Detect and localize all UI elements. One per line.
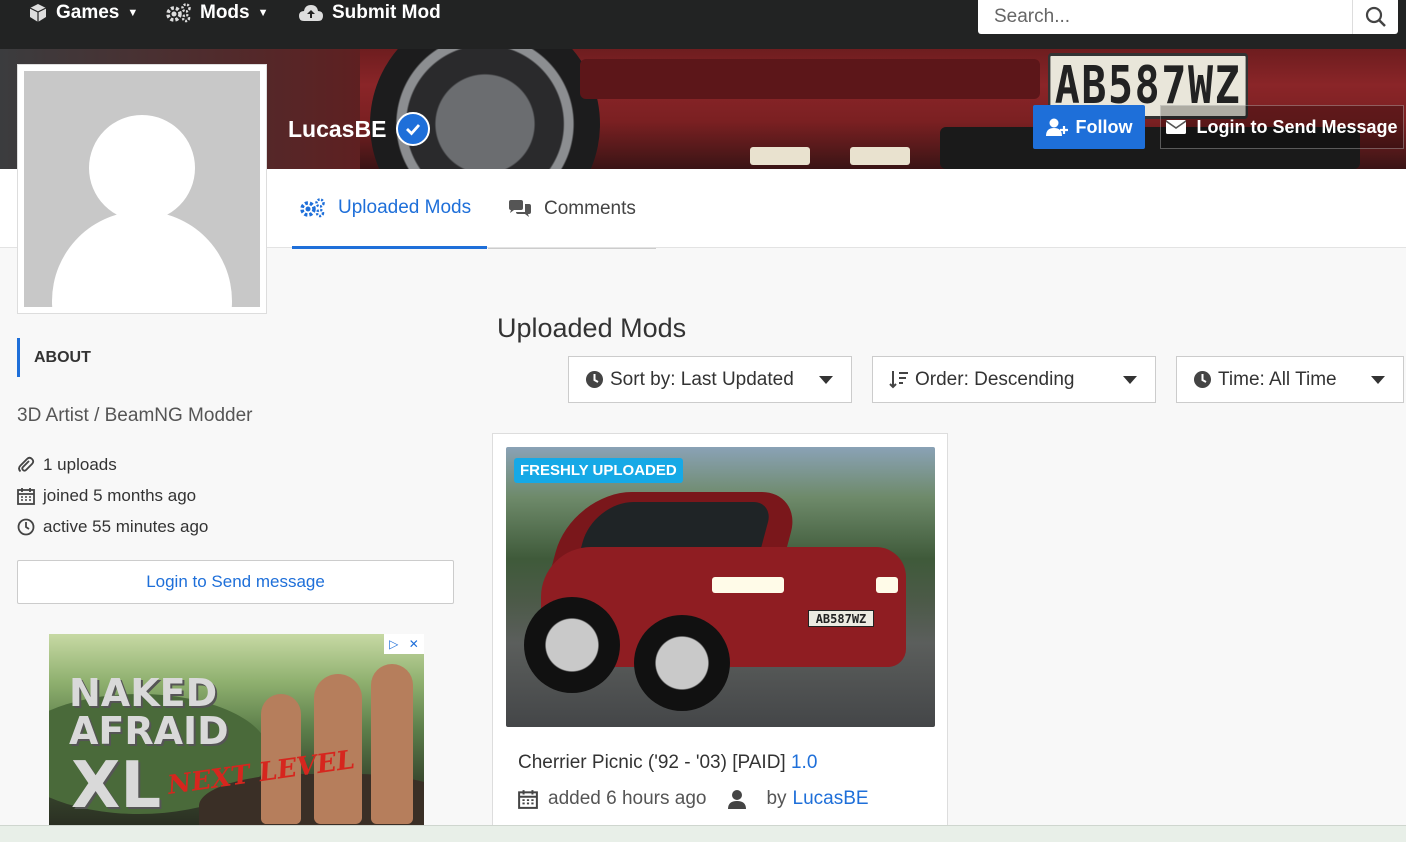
nav-games[interactable]: Games ▼ <box>28 0 138 26</box>
nav-mods-label: Mods <box>200 2 250 23</box>
mod-title[interactable]: Cherrier Picnic ('92 - '03) [PAID] 1.0 <box>518 752 817 774</box>
mod-added-text: added 6 hours ago <box>548 788 707 809</box>
sort-descending-icon <box>889 371 908 389</box>
cloud-upload-icon <box>299 5 323 21</box>
mod-thumbnail-plate: AB587WZ <box>808 610 874 627</box>
caret-down-icon <box>1371 376 1385 384</box>
close-icon[interactable]: ✕ <box>409 637 419 651</box>
nav-mods[interactable]: Mods ▼ <box>166 0 269 26</box>
stat-uploads-text: 1 uploads <box>43 455 117 474</box>
stat-joined: joined 5 months ago <box>17 486 196 506</box>
username-text: LucasBE <box>288 115 387 142</box>
envelope-icon <box>1166 120 1187 134</box>
mod-author: by LucasBE <box>728 788 869 810</box>
caret-down-icon <box>1123 376 1137 384</box>
advertisement[interactable]: NAKED AFRAID XL NEXT LEVEL ▷ ✕ <box>49 634 424 825</box>
gears-icon <box>166 3 191 23</box>
chevron-down-icon: ▼ <box>127 7 139 19</box>
banner-strip <box>580 59 1040 99</box>
mod-title-text: Cherrier Picnic ('92 - '03) [PAID] <box>518 752 786 773</box>
clock-icon <box>1194 371 1211 388</box>
bottom-bar <box>0 825 1406 842</box>
cube-icon <box>29 4 47 22</box>
caret-down-icon <box>819 376 833 384</box>
time-select[interactable]: Time: All Time <box>1176 356 1404 403</box>
top-nav: Games ▼ Mods ▼ Submit Mod <box>0 0 1406 49</box>
order-label: Order: Descending <box>915 368 1075 390</box>
comments-icon <box>509 199 531 217</box>
mod-version: 1.0 <box>790 752 818 773</box>
ad-title-line1: NAKED <box>69 671 218 715</box>
paperclip-icon <box>18 456 35 473</box>
adchoices-icon: ▷ <box>389 637 399 651</box>
tab-comments[interactable]: Comments <box>488 169 656 249</box>
clock-icon <box>17 518 35 536</box>
follow-label: Follow <box>1075 116 1133 137</box>
banner-wheel <box>370 49 600 169</box>
tab-uploaded-mods[interactable]: Uploaded Mods <box>292 169 487 249</box>
chevron-down-icon: ▼ <box>257 7 269 19</box>
time-label: Time: All Time <box>1218 368 1337 390</box>
stat-uploads: 1 uploads <box>17 455 117 475</box>
nav-games-label: Games <box>56 2 120 23</box>
send-message-label: Login to Send Message <box>1196 116 1398 137</box>
mod-card: AB587WZ FRESHLY UPLOADED Cherrier Picnic… <box>492 433 948 833</box>
clock-icon <box>586 371 603 388</box>
verified-check-icon <box>396 112 431 146</box>
stat-active-text: active 55 minutes ago <box>43 517 209 536</box>
stat-active: active 55 minutes ago <box>17 517 208 537</box>
mod-meta: added 6 hours ago by LucasBE <box>518 788 869 810</box>
ad-title: NAKED AFRAID <box>69 674 229 750</box>
banner-light <box>850 147 910 165</box>
section-title: Uploaded Mods <box>497 313 687 343</box>
about-heading: ABOUT <box>17 338 91 377</box>
search-box <box>978 0 1398 34</box>
follow-button[interactable]: Follow <box>1033 105 1145 149</box>
calendar-icon <box>17 488 35 505</box>
nav-submit-label: Submit Mod <box>332 2 441 23</box>
login-to-send-message-button[interactable]: Login to Send Message <box>1160 105 1404 149</box>
ad-xl: XL <box>71 749 162 823</box>
profile-bio: 3D Artist / BeamNG Modder <box>17 405 253 426</box>
profile-username: LucasBE <box>288 112 431 146</box>
calendar-icon <box>518 790 538 809</box>
ad-choices-badge[interactable]: ▷ ✕ <box>384 634 424 654</box>
freshly-uploaded-badge: FRESHLY UPLOADED <box>514 458 683 483</box>
banner-light <box>750 147 810 165</box>
tab-uploaded-label: Uploaded Mods <box>338 196 472 218</box>
search-button[interactable] <box>1352 0 1398 34</box>
author-link[interactable]: LucasBE <box>793 788 869 810</box>
nav-submit-mod[interactable]: Submit Mod <box>298 0 441 26</box>
avatar <box>17 64 267 314</box>
ad-title-line2: AFRAID <box>69 709 229 753</box>
default-avatar-icon <box>24 71 260 307</box>
ad-person <box>371 664 413 824</box>
user-plus-icon <box>1045 118 1068 136</box>
login-to-send-message-link[interactable]: Login to Send message <box>17 560 454 604</box>
gears-icon <box>300 197 325 217</box>
sort-select[interactable]: Sort by: Last Updated <box>568 356 852 403</box>
user-icon <box>728 790 747 809</box>
mod-thumbnail[interactable]: AB587WZ FRESHLY UPLOADED <box>506 447 935 727</box>
sort-label: Sort by: Last Updated <box>610 368 794 390</box>
by-label: by <box>766 788 787 809</box>
tab-comments-label: Comments <box>544 197 636 219</box>
search-input[interactable] <box>978 0 1352 34</box>
order-select[interactable]: Order: Descending <box>872 356 1156 403</box>
stat-joined-text: joined 5 months ago <box>43 486 197 505</box>
search-icon <box>1365 6 1386 27</box>
